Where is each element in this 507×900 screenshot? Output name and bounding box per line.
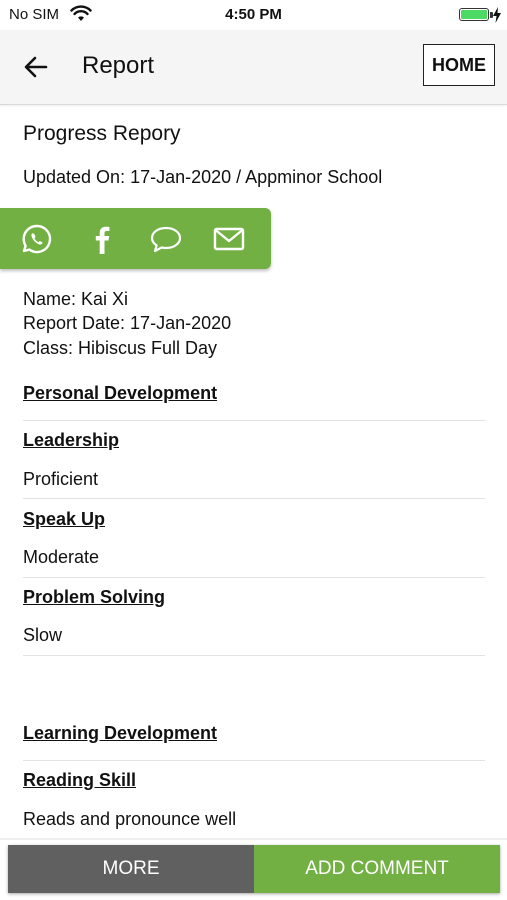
facebook-icon[interactable] <box>85 222 119 256</box>
whatsapp-icon[interactable] <box>20 222 54 256</box>
divider <box>23 577 485 578</box>
report-heading: Progress Repory <box>23 122 181 145</box>
bottom-bar-separator <box>0 838 507 840</box>
report-date: Report Date: 17-Jan-2020 <box>23 313 232 333</box>
item-label-speak-up: Speak Up <box>23 509 106 529</box>
status-bar: No SIM 4:50 PM <box>0 0 507 30</box>
item-value-leadership: Proficient <box>23 469 99 489</box>
app-bar: Report HOME <box>0 30 507 105</box>
item-value-problem-solving: Slow <box>23 625 63 645</box>
divider <box>23 498 485 499</box>
section-title-learning-development: Learning Development <box>23 723 218 743</box>
share-bar <box>0 208 271 269</box>
student-name: Name: Kai Xi <box>23 289 129 309</box>
item-label-reading-skill: Reading Skill <box>23 770 137 790</box>
bottom-action-bar: MORE ADD COMMENT <box>8 845 500 893</box>
item-value-speak-up: Moderate <box>23 547 100 567</box>
item-value-reading-skill: Reads and pronounce well <box>23 809 237 829</box>
mail-icon[interactable] <box>212 222 246 256</box>
clock: 4:50 PM <box>225 6 282 23</box>
class-name: Class: Hibiscus Full Day <box>23 338 218 358</box>
divider <box>23 760 485 761</box>
item-label-problem-solving: Problem Solving <box>23 587 166 607</box>
section-title-personal-development: Personal Development <box>23 383 218 403</box>
back-arrow-icon[interactable] <box>22 53 50 81</box>
charging-icon <box>493 7 501 23</box>
add-comment-button[interactable]: ADD COMMENT <box>254 845 500 893</box>
divider <box>23 655 485 656</box>
battery-icon <box>459 8 489 21</box>
more-button[interactable]: MORE <box>8 845 254 893</box>
divider <box>23 420 485 421</box>
home-button[interactable]: HOME <box>423 44 495 86</box>
updated-on-text: Updated On: 17-Jan-2020 / Appminor Schoo… <box>23 167 383 187</box>
page-title: Report <box>82 52 155 79</box>
message-icon[interactable] <box>149 222 183 256</box>
item-label-leadership: Leadership <box>23 430 120 450</box>
